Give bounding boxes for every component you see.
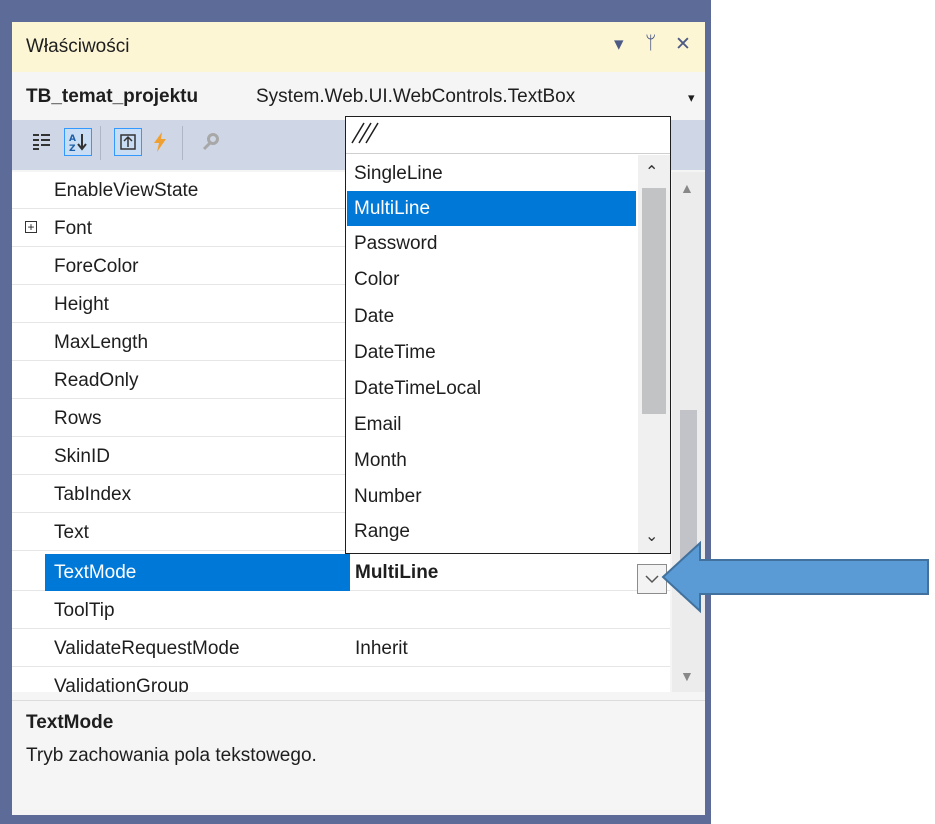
categorized-icon[interactable] (28, 128, 56, 156)
alphabetical-icon[interactable]: AZ (64, 128, 92, 156)
property-name: EnableViewState (54, 180, 199, 201)
svg-text:A: A (69, 134, 76, 144)
property-name: MaxLength (54, 332, 149, 353)
dropdown-option-selected[interactable]: MultiLine (347, 191, 636, 226)
description-text: Tryb zachowania pola tekstowego. (26, 745, 317, 766)
window-position-dropdown-icon[interactable]: ▾ (614, 33, 624, 56)
dropdown-option[interactable]: DateTimeLocal (347, 371, 636, 406)
hatch-icon (351, 122, 379, 144)
property-name: ValidationGroup (54, 676, 189, 692)
dropdown-option[interactable]: DateTime (347, 335, 636, 370)
property-value[interactable]: MultiLine (355, 562, 438, 584)
property-name: Text (54, 522, 89, 543)
dropdown-scrollbar-thumb[interactable] (642, 188, 666, 414)
dropdown-option[interactable]: Number (347, 479, 636, 514)
object-type: System.Web.UI.WebControls.TextBox (256, 86, 576, 107)
property-row-tooltip[interactable]: ToolTip (12, 592, 670, 629)
property-row-validaterequestmode[interactable]: ValidateRequestMode Inherit (12, 630, 670, 667)
dropdown-option[interactable]: Color (347, 262, 636, 297)
scroll-up-icon[interactable]: ▲ (680, 180, 694, 196)
property-value[interactable]: Inherit (355, 638, 408, 660)
dropdown-edit-area[interactable] (346, 117, 670, 154)
property-name: ForeColor (54, 256, 139, 277)
property-name: SkinID (54, 446, 110, 467)
property-name: ReadOnly (54, 370, 139, 391)
property-pages-icon[interactable] (196, 128, 224, 156)
property-row-validationgroup[interactable]: ValidationGroup (12, 668, 670, 692)
callout-arrow-icon (661, 540, 929, 614)
chevron-down-icon (645, 575, 659, 584)
object-selector-arrow-icon[interactable]: ▾ (688, 90, 695, 106)
dropdown-scroll-down-icon[interactable]: ⌄ (645, 526, 658, 546)
description-title: TextMode (26, 712, 114, 733)
dropdown-option[interactable]: Month (347, 443, 636, 478)
property-name: ValidateRequestMode (54, 638, 240, 659)
expand-icon[interactable]: + (25, 221, 37, 233)
panel-title: Właściwości (26, 36, 130, 57)
dropdown-option[interactable]: Date (347, 299, 636, 334)
property-name: TextMode (54, 562, 137, 583)
toolbar-separator (100, 126, 101, 160)
property-name: Height (54, 294, 109, 315)
dropdown-scroll-up-icon[interactable]: ⌃ (645, 162, 658, 182)
dropdown-option[interactable]: Email (347, 407, 636, 442)
scroll-down-icon[interactable]: ▼ (680, 668, 694, 684)
property-name: Rows (54, 408, 102, 429)
object-name: TB_temat_projektu (26, 86, 199, 107)
pin-icon[interactable]: ᛘ (645, 33, 656, 55)
dropdown-option[interactable]: SingleLine (347, 156, 636, 191)
dropdown-option[interactable]: Range (347, 514, 636, 549)
properties-icon[interactable] (114, 128, 142, 156)
property-name: ToolTip (54, 600, 115, 621)
close-icon[interactable]: ✕ (675, 33, 691, 56)
svg-text:Z: Z (69, 144, 76, 153)
property-row-textmode[interactable]: TextMode MultiLine (12, 554, 670, 591)
events-icon[interactable] (146, 128, 174, 156)
dropdown-option[interactable]: Password (347, 226, 636, 261)
property-name: TabIndex (54, 484, 132, 505)
toolbar-separator (182, 126, 183, 160)
property-name: Font (54, 218, 93, 239)
